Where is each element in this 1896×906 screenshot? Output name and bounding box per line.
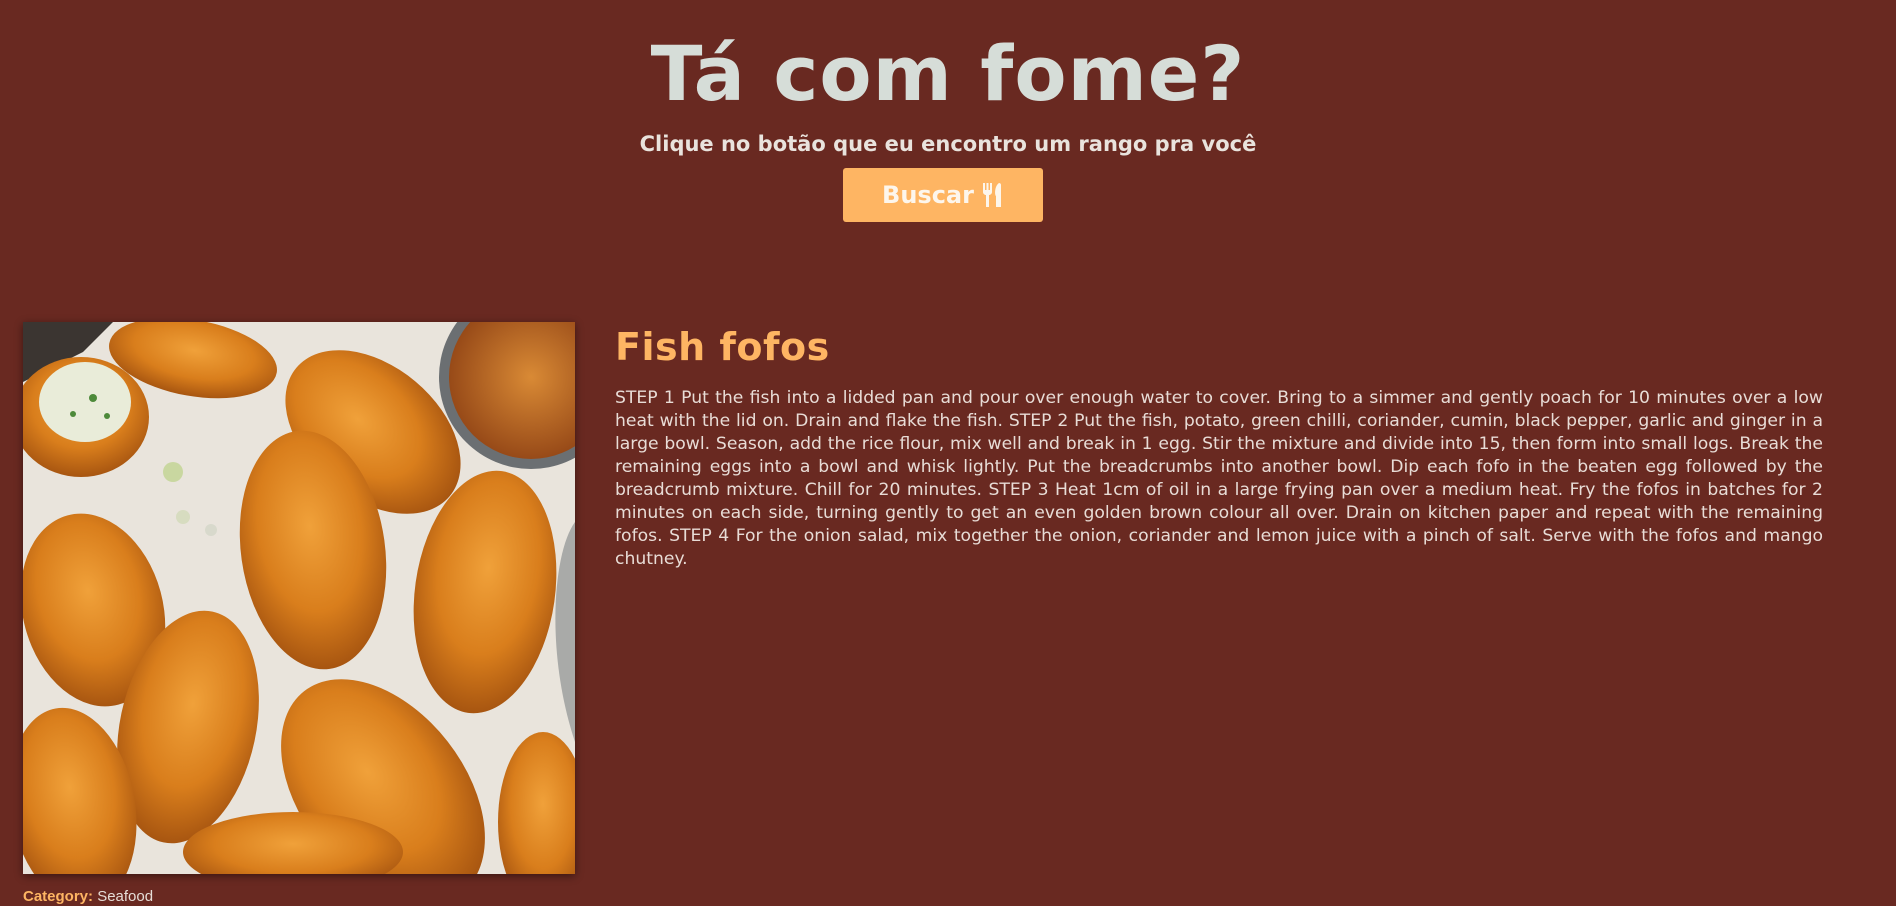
- meal-instructions: STEP 1 Put the fish into a lidded pan an…: [615, 388, 1823, 569]
- page-subtitle: Clique no botão que eu encontro um rango…: [639, 132, 1257, 156]
- page-title: Tá com fome?: [650, 29, 1246, 118]
- category-label: Category:: [23, 888, 94, 905]
- search-button[interactable]: Buscar: [843, 168, 1043, 222]
- meal-title: Fish fofos: [615, 325, 830, 369]
- meal-image: [23, 322, 575, 874]
- category-value: Seafood: [97, 888, 154, 905]
- search-button-label: Buscar: [882, 181, 974, 209]
- utensils-icon: [982, 182, 1004, 208]
- meal-category: Category: Seafood: [23, 888, 153, 906]
